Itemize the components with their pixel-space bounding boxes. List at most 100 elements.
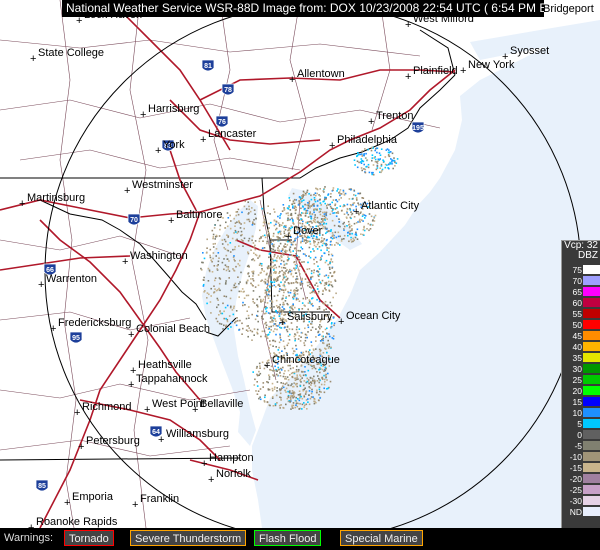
legend-level-label: -25: [569, 485, 582, 495]
city-label: Atlantic City: [361, 200, 420, 212]
city-marker-icon: +: [64, 497, 70, 509]
city-marker-icon: +: [78, 441, 84, 453]
legend-swatch: [583, 408, 600, 417]
warnings-label: Warnings:: [4, 532, 54, 544]
legend-level-label: 70: [572, 276, 582, 286]
legend-swatch: [583, 298, 600, 307]
city-marker-icon: +: [460, 65, 466, 77]
legend-level: 50: [562, 320, 600, 330]
city-label: Warrenton: [46, 273, 97, 285]
legend-level-label: -10: [569, 452, 582, 462]
interstate-shield-icon: 95: [69, 331, 83, 344]
legend-swatch: [583, 375, 600, 384]
legend-swatch: [583, 463, 600, 472]
city-label: Chincoteague: [272, 354, 340, 366]
city-label: Philadelphia: [337, 134, 398, 146]
legend-level: 45: [562, 331, 600, 341]
legend-swatch: [583, 452, 600, 461]
city-label: Tappahannock: [136, 373, 208, 385]
legend-swatch: [583, 430, 600, 439]
legend-swatch: [583, 507, 600, 516]
legend-level-label: 5: [577, 419, 582, 429]
city-label: Bridgeport: [543, 3, 594, 15]
city-marker-icon: +: [124, 185, 130, 197]
legend-swatch: [583, 419, 600, 428]
dbz-legend: Vcp: 32 DBZ 75 70 65 60 55 50 45 40 35 30 25 20 15 10…: [561, 240, 600, 530]
city-label: Trenton: [376, 110, 414, 122]
radar-image-title: National Weather Service WSR-88D Image f…: [62, 0, 544, 17]
legend-level: 65: [562, 287, 600, 297]
legend-swatch: [583, 474, 600, 483]
svg-text:95: 95: [72, 335, 80, 342]
city-marker-icon: +: [30, 53, 36, 65]
legend-level-label: 55: [572, 309, 582, 319]
city-marker-icon: +: [285, 231, 291, 243]
city-label: Franklin: [140, 493, 179, 505]
legend-swatch: [583, 287, 600, 296]
interstate-shield-icon: 70: [127, 213, 141, 226]
warning-flash-flood-label: Flash Flood: [259, 533, 317, 545]
city-marker-icon: +: [353, 206, 359, 218]
city-marker-icon: +: [405, 71, 411, 83]
city-marker-icon: +: [329, 140, 335, 152]
legend-swatch: [583, 364, 600, 373]
legend-level-label: 20: [572, 386, 582, 396]
legend-level-label: -15: [569, 463, 582, 473]
legend-level-label: ND: [569, 507, 582, 517]
svg-text:85: 85: [38, 483, 46, 490]
svg-text:70: 70: [130, 217, 138, 224]
city-label: Harrisburg: [148, 103, 199, 115]
warning-severe-thunderstorm-label: Severe Thunderstorm: [135, 533, 242, 545]
svg-text:76: 76: [218, 119, 226, 126]
legend-level: -10: [562, 452, 600, 462]
interstate-shield-icon: 78: [221, 83, 235, 96]
warning-special-marine-label: Special Marine: [345, 533, 418, 545]
legend-swatch: [583, 320, 600, 329]
warning-severe-thunderstorm-button[interactable]: Severe Thunderstorm: [130, 530, 247, 546]
city-label: Lancaster: [208, 128, 257, 140]
city-marker-icon: +: [168, 215, 174, 227]
legend-swatch: [583, 386, 600, 395]
legend-level: 75: [562, 265, 600, 275]
city-label: Emporia: [72, 491, 114, 503]
legend-level: 40: [562, 342, 600, 352]
city-marker-icon: +: [140, 109, 146, 121]
city-label: Colonial Beach: [136, 323, 210, 335]
city-marker-icon: +: [208, 474, 214, 486]
warning-special-marine-button[interactable]: Special Marine: [340, 530, 423, 546]
legend-level-label: 25: [572, 375, 582, 385]
city-label: Roanoke Rapids: [36, 516, 118, 528]
legend-level-label: -20: [569, 474, 582, 484]
legend-swatch: [583, 331, 600, 340]
legend-swatch: [583, 397, 600, 406]
legend-swatch: [583, 441, 600, 450]
city-marker-icon: +: [338, 316, 344, 328]
warning-flash-flood-button[interactable]: Flash Flood: [254, 530, 322, 546]
legend-level-label: 0: [577, 430, 582, 440]
radar-map: 817876195837066956485 +Bridgeport+West M…: [0, 0, 600, 528]
city-label: Williamsburg: [166, 428, 229, 440]
legend-level: -25: [562, 485, 600, 495]
city-marker-icon: +: [368, 116, 374, 128]
city-marker-icon: +: [74, 407, 80, 419]
city-label: Martinsburg: [27, 192, 85, 204]
warnings-bar: Warnings: Tornado Severe Thunderstorm Fl…: [0, 528, 600, 550]
legend-level: 55: [562, 309, 600, 319]
legend-level: -20: [562, 474, 600, 484]
interstate-shield-icon: 81: [201, 59, 215, 72]
city-label: Washington: [130, 250, 188, 262]
city-marker-icon: +: [201, 458, 207, 470]
legend-swatch: [583, 496, 600, 505]
warning-tornado-label: Tornado: [69, 533, 109, 545]
warning-tornado-button[interactable]: Tornado: [64, 530, 114, 546]
city-label: Dover: [293, 225, 323, 237]
legend-level-label: 10: [572, 408, 582, 418]
legend-level-label: 60: [572, 298, 582, 308]
city-label: Westminster: [132, 179, 193, 191]
legend-level: -5: [562, 441, 600, 451]
legend-unit: DBZ: [578, 250, 598, 261]
legend-level-label: -5: [574, 441, 582, 451]
legend-level-label: 40: [572, 342, 582, 352]
legend-level-label: 65: [572, 287, 582, 297]
city-marker-icon: +: [264, 360, 270, 372]
